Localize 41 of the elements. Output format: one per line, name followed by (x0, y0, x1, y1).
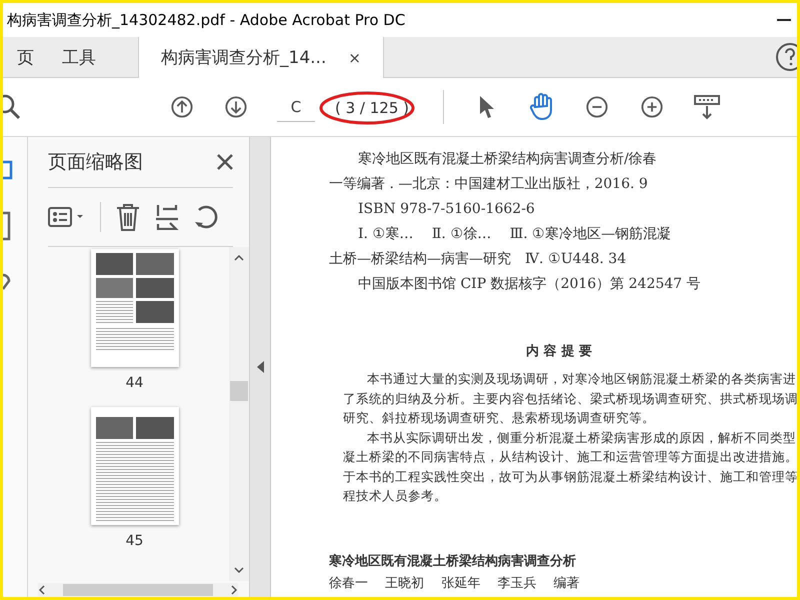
page-thumbnail-icon[interactable] (3, 159, 15, 181)
tab[interactable]: 页 (3, 37, 48, 77)
scroll-down-icon[interactable] (234, 567, 244, 573)
page-number: 44 (126, 375, 144, 391)
extract-page-icon[interactable] (155, 204, 179, 230)
scroll-left-icon[interactable] (38, 585, 46, 595)
horizontal-scrollbar[interactable] (38, 583, 238, 597)
tab[interactable]: 工具 (48, 37, 110, 77)
help-icon[interactable] (775, 42, 797, 72)
options-menu-icon[interactable] (48, 206, 86, 228)
left-triangle-icon (256, 361, 264, 373)
document-text: 寒冷地区既有混凝土桥梁结构病害调查分析/徐春 (357, 150, 658, 169)
document-text: 中国版本图书馆 CIP 数据核字（2016）第 242547 号 (357, 275, 702, 294)
document-text: 一等编著 . —北京：中国建材工业出版社，2016. 9 (329, 175, 649, 194)
page-count: ( 3 / 125 ) (334, 98, 410, 116)
paragraph: 本书通过大量的实测及现场调研，对寒冷地区钢筋混凝土桥梁的各类病害进 了系统的归纳及分析。主要内容包括绪论、梁式桥现场调查研究、拱式桥现场调 研究、斜拉桥现场调查研究、悬索桥现场调查研究等。 (342, 370, 797, 427)
panel-title: 页面缩略图 (48, 150, 143, 175)
author-line: 徐春一 王晓初 张延年 李玉兵 编著 (329, 574, 581, 592)
page-thumbnail[interactable] (90, 249, 178, 367)
keyboard-download-button[interactable] (692, 92, 722, 122)
scroll-up-icon[interactable] (234, 255, 244, 261)
page-number: 45 (126, 533, 144, 549)
tab[interactable]: 构病害调查分析_14... × (138, 37, 384, 78)
search-icon[interactable] (3, 92, 23, 122)
document-text: Ⅰ. ①寒… Ⅱ. ①徐… Ⅲ. ①寒冷地区—钢筋混凝 (357, 225, 672, 244)
close-icon[interactable] (217, 154, 233, 170)
document-text: 土桥—桥梁结构—病害—研究 Ⅳ. ①U448. 34 (329, 250, 628, 269)
pointer-icon (478, 95, 496, 119)
section-heading: 内 容 提 要 (525, 342, 593, 360)
window-title: 构病害调查分析_14302482.pdf - Adobe Acrobat Pro DC (7, 10, 406, 30)
book-title: 寒冷地区既有混凝土桥梁结构病害调查分析 (329, 552, 577, 570)
rotate-icon[interactable] (193, 204, 219, 230)
vertical-scrollbar[interactable] (229, 247, 249, 581)
close-tab-button[interactable]: × (348, 48, 361, 66)
scroll-thumb[interactable] (63, 584, 213, 596)
page-thumbnail[interactable] (90, 407, 178, 525)
page-number-field[interactable]: C (277, 92, 315, 122)
scroll-thumb[interactable] (230, 381, 248, 401)
scroll-right-icon[interactable] (230, 585, 238, 595)
document-text: ISBN 978-7-5160-1662-6 (357, 200, 536, 219)
trash-icon[interactable] (115, 203, 141, 231)
